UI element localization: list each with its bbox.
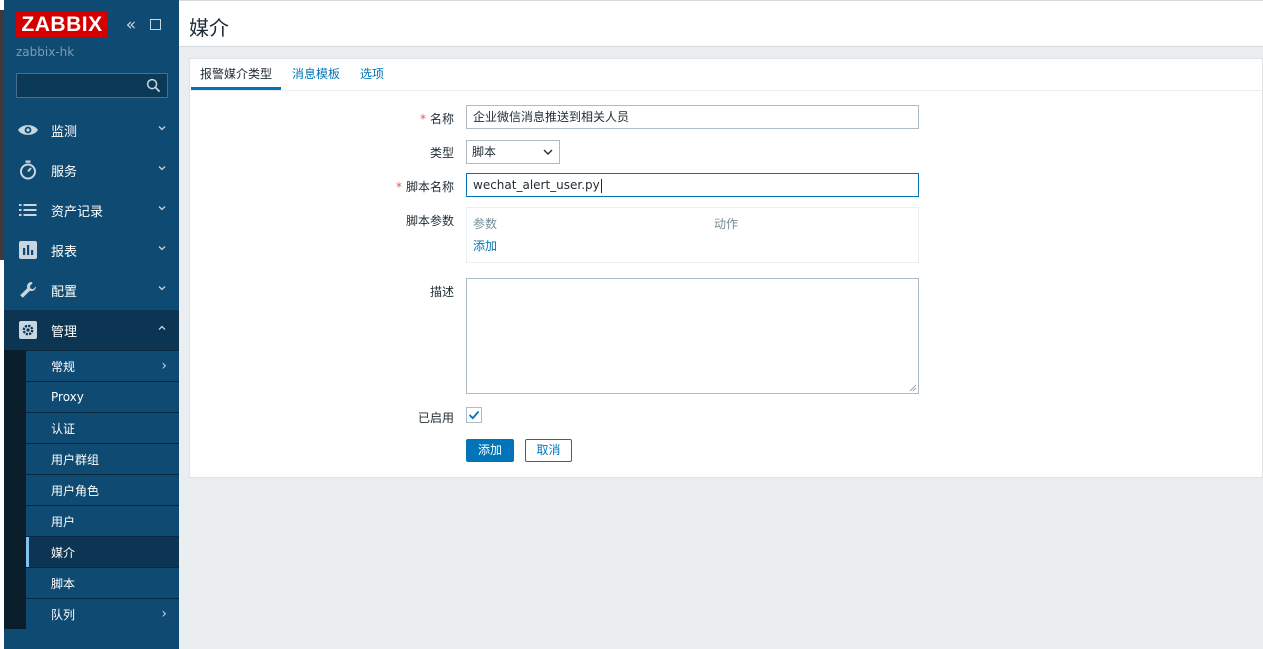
chevron-down-icon xyxy=(158,246,166,251)
submenu-item-label: 认证 xyxy=(51,421,76,436)
required-marker: * xyxy=(395,180,402,194)
chevron-down-icon xyxy=(158,286,166,291)
name-label: * 名称 xyxy=(419,112,454,126)
submenu-item-label: 脚本 xyxy=(51,576,76,591)
server-name: zabbix-hk xyxy=(16,45,75,59)
submenu-item-label: Proxy xyxy=(51,390,84,404)
submenu-item-general[interactable]: 常规 › xyxy=(26,350,179,381)
list-icon xyxy=(17,199,39,221)
required-marker: * xyxy=(419,112,426,126)
collapse-sidebar-icon[interactable]: « xyxy=(122,15,140,35)
type-select[interactable]: 脚本 xyxy=(466,140,560,164)
menu-item-label: 配置 xyxy=(51,284,78,300)
name-input[interactable]: 企业微信消息推送到相关人员 xyxy=(466,105,919,129)
submenu-item-label: 用户角色 xyxy=(51,483,100,498)
chevron-right-icon: › xyxy=(161,358,167,374)
chevron-down-icon xyxy=(158,126,166,131)
submenu-item-queue[interactable]: 队列 › xyxy=(26,598,179,629)
admin-submenu: 常规 › Proxy 认证 用户群组 用户角色 用户 媒介 脚本 队列 › xyxy=(4,350,179,629)
gear-icon xyxy=(17,319,39,341)
tab-options[interactable]: 选项 xyxy=(360,59,384,90)
page-title: 媒介 xyxy=(189,16,229,40)
stopwatch-icon xyxy=(17,159,39,181)
submenu-item-scripts[interactable]: 脚本 xyxy=(26,567,179,598)
main-menu: 监测 服务 资产记录 报表 配置 管理 常规 › Proxy 认证 用户群组 用… xyxy=(4,110,179,629)
submenu-item-user-groups[interactable]: 用户群组 xyxy=(26,443,179,474)
zabbix-logo[interactable]: ZABBIX xyxy=(16,12,108,38)
submenu-item-user-roles[interactable]: 用户角色 xyxy=(26,474,179,505)
sidebar-search-input[interactable] xyxy=(16,73,168,98)
menu-item-services[interactable]: 服务 xyxy=(4,150,179,190)
submenu-item-label: 队列 xyxy=(51,607,76,622)
submenu-item-label: 用户 xyxy=(51,514,76,529)
eye-icon xyxy=(17,119,39,141)
params-column-param: 参数 xyxy=(473,217,498,231)
menu-item-label: 资产记录 xyxy=(51,204,104,220)
menu-item-label: 管理 xyxy=(51,324,78,340)
script-name-input[interactable]: wechat_alert_user.py xyxy=(466,173,919,197)
submenu-item-users[interactable]: 用户 xyxy=(26,505,179,536)
submenu-item-label: 常规 xyxy=(51,359,76,374)
page-header: 媒介 xyxy=(179,0,1263,47)
add-param-link[interactable]: 添加 xyxy=(473,237,497,254)
checkmark-icon xyxy=(468,410,480,420)
script-params-table: 参数 动作 添加 xyxy=(466,207,919,263)
menu-item-administration[interactable]: 管理 xyxy=(4,310,179,350)
submenu-item-proxy[interactable]: Proxy xyxy=(26,381,179,412)
kiosk-mode-icon[interactable] xyxy=(146,15,164,35)
media-type-form-card: 报警媒介类型 消息模板 选项 * 名称 企业微信消息推送到相关人员 类型 脚本 *… xyxy=(189,58,1263,478)
params-column-action: 动作 xyxy=(714,217,739,231)
chevron-down-icon xyxy=(158,206,166,211)
sidebar-header: ZABBIX « xyxy=(16,12,176,38)
menu-item-monitoring[interactable]: 监测 xyxy=(4,110,179,150)
chevron-down-icon xyxy=(543,149,553,155)
menu-item-inventory[interactable]: 资产记录 xyxy=(4,190,179,230)
menu-item-label: 报表 xyxy=(51,244,78,260)
submenu-item-label: 媒介 xyxy=(51,545,76,560)
wrench-icon xyxy=(17,279,39,301)
chevron-down-icon xyxy=(158,166,166,171)
script-name-label: * 脚本名称 xyxy=(395,180,454,194)
menu-item-reports[interactable]: 报表 xyxy=(4,230,179,270)
sidebar: ZABBIX « zabbix-hk 监测 服务 资产记录 报表 配置 管理 常… xyxy=(4,0,179,649)
chevron-right-icon: › xyxy=(161,606,167,622)
submenu-item-label: 用户群组 xyxy=(51,452,100,467)
text-cursor xyxy=(600,178,602,193)
report-chart-icon xyxy=(17,239,39,261)
menu-item-label: 监测 xyxy=(51,124,78,140)
tab-media-type[interactable]: 报警媒介类型 xyxy=(191,59,282,90)
tab-bar: 报警媒介类型 消息模板 选项 xyxy=(190,59,1262,91)
menu-item-label: 服务 xyxy=(51,164,78,180)
resize-handle-icon[interactable] xyxy=(909,384,917,392)
add-button[interactable]: 添加 xyxy=(466,439,514,462)
enabled-label: 已启用 xyxy=(417,411,454,425)
chevron-up-icon xyxy=(158,325,166,330)
menu-item-configuration[interactable]: 配置 xyxy=(4,270,179,310)
submenu-item-media-types[interactable]: 媒介 xyxy=(26,536,179,568)
search-icon[interactable] xyxy=(146,78,161,93)
type-select-value: 脚本 xyxy=(472,145,497,159)
cancel-button[interactable]: 取消 xyxy=(525,439,572,462)
script-params-label: 脚本参数 xyxy=(405,214,454,228)
script-name-value: wechat_alert_user.py xyxy=(473,178,600,192)
description-label: 描述 xyxy=(429,285,454,299)
description-textarea[interactable] xyxy=(466,278,919,394)
type-label: 类型 xyxy=(429,146,454,160)
enabled-checkbox[interactable] xyxy=(466,407,482,423)
submenu-item-authentication[interactable]: 认证 xyxy=(26,412,179,443)
tab-message-templates[interactable]: 消息模板 xyxy=(292,59,340,90)
